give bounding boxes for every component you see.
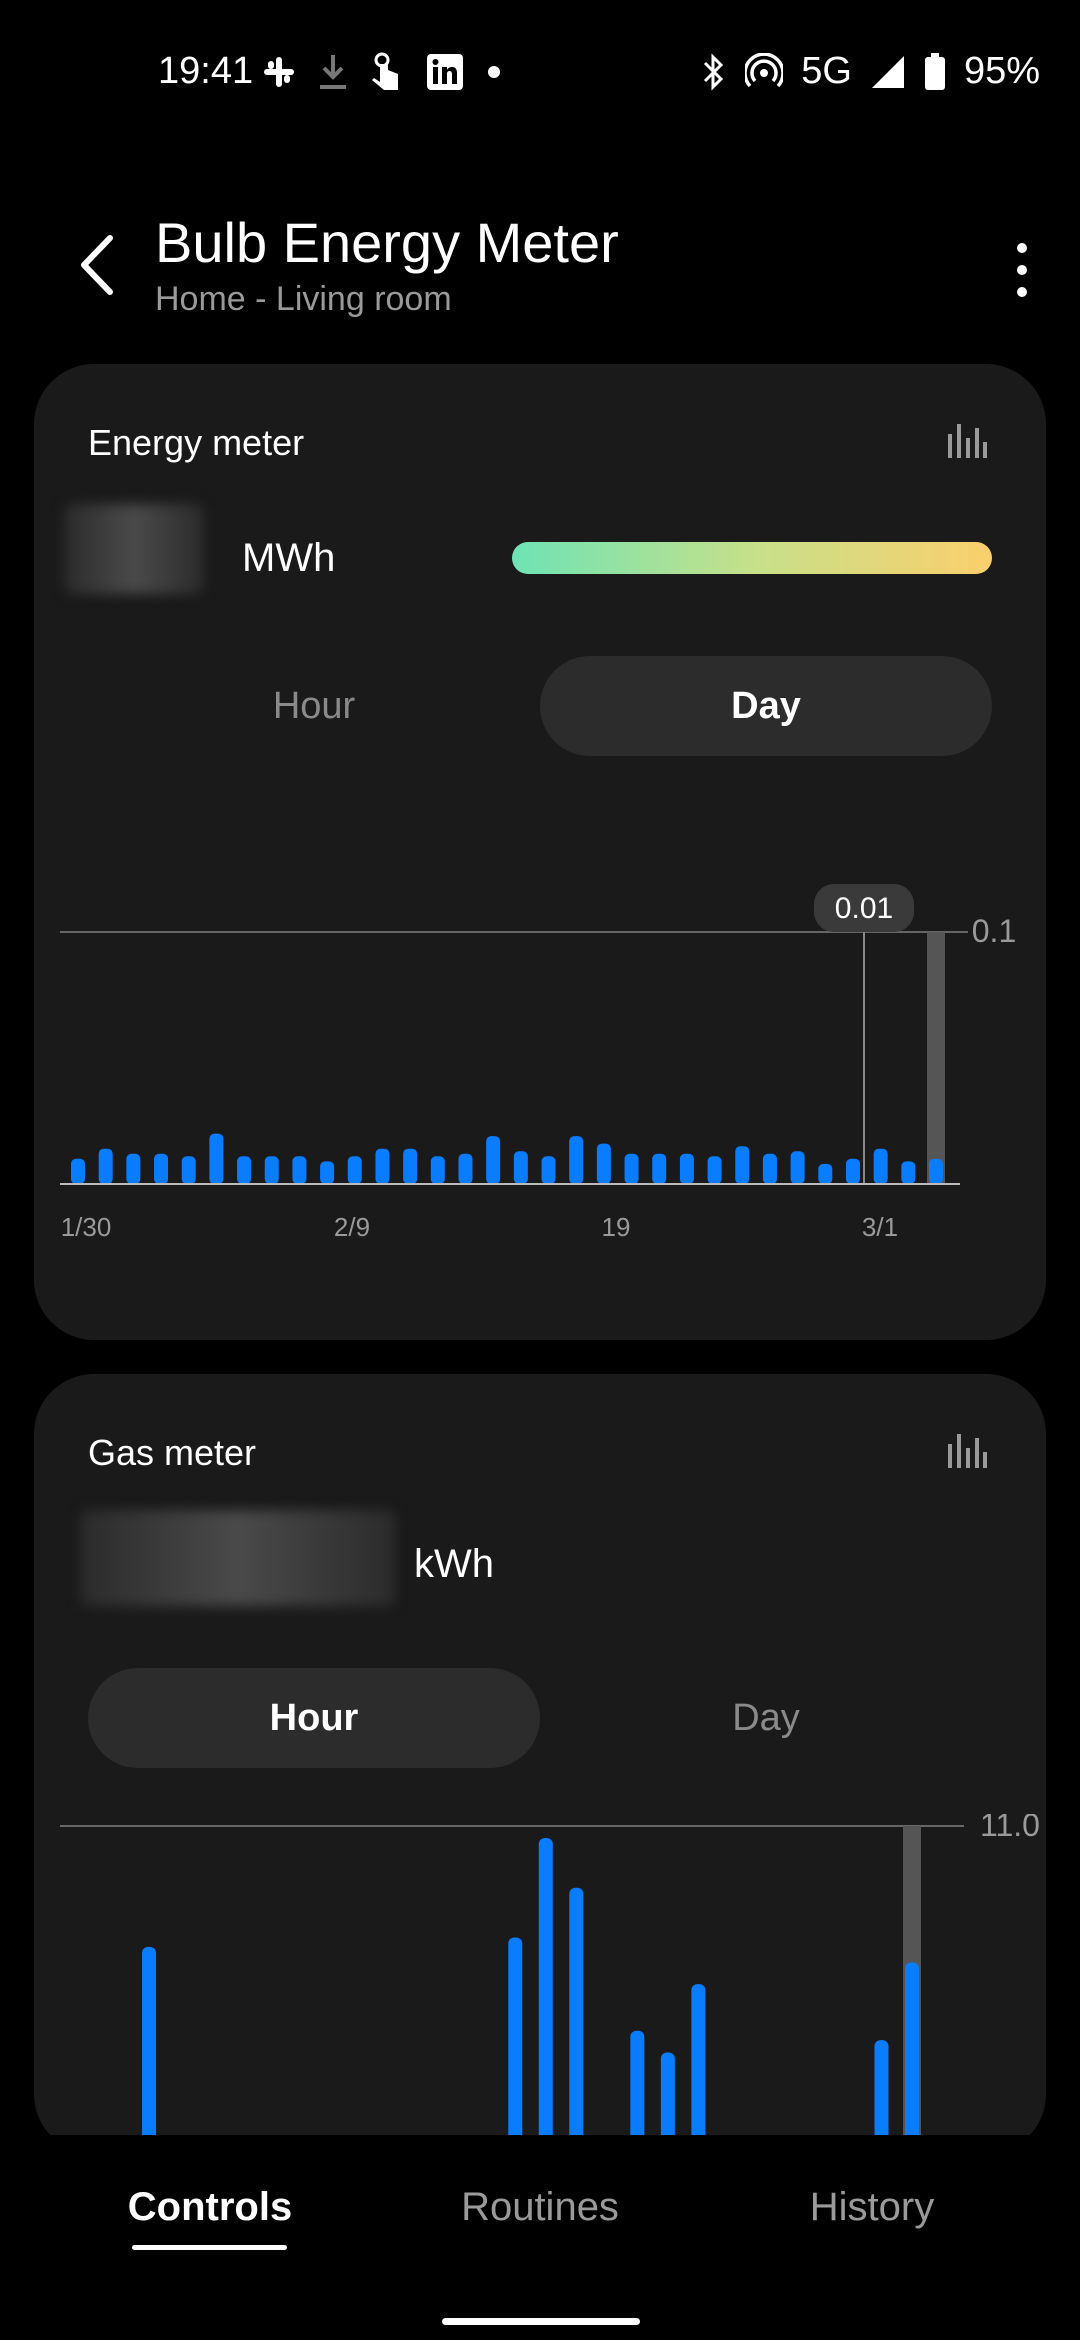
energy-x-tick: 1/30 (61, 1212, 112, 1242)
energy-card-title: Energy meter (88, 422, 305, 463)
nav-routines[interactable]: Routines (390, 2185, 690, 2230)
energy-bar (430, 1156, 445, 1184)
energy-x-tick: 19 (602, 1212, 631, 1242)
nav-controls[interactable]: Controls (60, 2185, 360, 2230)
hotspot-icon (745, 52, 784, 87)
energy-unit: MWh (242, 536, 336, 580)
energy-bar (320, 1161, 335, 1184)
gas-tab-hour[interactable]: Hour (88, 1668, 540, 1768)
energy-bar (71, 1158, 85, 1184)
gas-card-title: Gas meter (88, 1432, 257, 1473)
energy-chart: 0.1 0.01 1/30 2/9 19 3/1 (60, 884, 1016, 1242)
energy-tooltip-value: 0.01 (835, 892, 893, 925)
energy-bar (624, 1153, 639, 1184)
energy-bar (541, 1156, 556, 1184)
energy-period-toggle: Hour Day (88, 656, 992, 756)
energy-bar (209, 1133, 224, 1184)
system-icons: 5G 95% (701, 50, 1040, 93)
page-title: Bulb Energy Meter (155, 211, 619, 274)
energy-bar (569, 1136, 584, 1184)
energy-x-tick: 2/9 (334, 1212, 370, 1242)
gas-period-toggle: Hour Day (88, 1668, 992, 1768)
gas-tab-day[interactable]: Day (540, 1668, 992, 1768)
gas-bar (508, 1937, 523, 2154)
home-indicator[interactable] (442, 2318, 640, 2325)
energy-bar (707, 1156, 722, 1184)
energy-bar (790, 1151, 805, 1184)
energy-bar (458, 1153, 473, 1184)
energy-bar (126, 1153, 141, 1184)
energy-bar (901, 1161, 916, 1184)
network-type: 5G (801, 50, 852, 92)
more-options-icon[interactable] (1004, 240, 1040, 300)
battery-icon (924, 52, 945, 90)
energy-tab-hour[interactable]: Hour (88, 656, 540, 756)
energy-bar (181, 1156, 196, 1184)
energy-tab-day[interactable]: Day (540, 656, 992, 756)
gas-bar (538, 1838, 553, 2154)
notification-icons (262, 52, 502, 92)
energy-bar (292, 1156, 307, 1184)
energy-x-tick: 3/1 (862, 1212, 898, 1242)
gas-ymax-label: 11.0 (980, 1814, 1040, 1843)
energy-bar (264, 1156, 279, 1184)
energy-gauge (512, 542, 992, 574)
touch-icon (372, 52, 398, 90)
status-bar: 19:41 5G 95% (0, 0, 1080, 150)
gas-bar (142, 1946, 157, 2154)
gas-value-redacted (80, 1510, 396, 1606)
bar-chart-icon[interactable] (946, 418, 988, 460)
energy-value-redacted (64, 504, 204, 594)
energy-bar (375, 1148, 390, 1184)
energy-bar (486, 1136, 501, 1184)
energy-bar (403, 1148, 418, 1184)
energy-bar (679, 1153, 694, 1184)
energy-bar (818, 1163, 833, 1184)
energy-bar (98, 1148, 113, 1184)
bottom-nav: Controls Routines History (0, 2135, 1080, 2340)
slack-icon (264, 57, 294, 87)
battery-percent: 95% (963, 50, 1040, 92)
energy-bar (596, 1143, 611, 1184)
status-time: 19:41 (158, 50, 254, 92)
signal-icon (871, 55, 904, 88)
gas-bar (905, 1962, 919, 2154)
energy-bar (845, 1158, 860, 1184)
gas-meter-card: Gas meter kWh Hour Day 11.0 (34, 1374, 1046, 2154)
app-header: Bulb Energy Meter Home - Living room (0, 200, 1080, 340)
energy-bar (513, 1151, 528, 1184)
bluetooth-icon (704, 52, 724, 91)
nav-active-indicator (132, 2245, 287, 2250)
gas-chart: 11.0 (60, 1814, 1040, 2154)
energy-meter-card: Energy meter MWh Hour Day 0.1 0.01 1/30 2/9… (34, 364, 1046, 1340)
bar-chart-icon[interactable] (946, 1428, 988, 1470)
nav-history[interactable]: History (722, 2185, 1022, 2230)
dot-icon (488, 66, 500, 78)
page-subtitle: Home - Living room (155, 280, 452, 318)
gas-bar (569, 1887, 584, 2154)
energy-bar (873, 1148, 888, 1184)
energy-ymax-label: 0.1 (972, 913, 1016, 949)
energy-selected-column (927, 932, 945, 1184)
energy-bar (929, 1158, 943, 1184)
energy-bar (154, 1153, 169, 1184)
gas-bar (691, 1984, 706, 2154)
energy-bar (237, 1156, 252, 1184)
download-icon (320, 55, 346, 89)
energy-bar (762, 1153, 777, 1184)
energy-bar (347, 1156, 362, 1184)
linkedin-icon (427, 54, 463, 90)
back-arrow-icon[interactable] (70, 230, 130, 300)
energy-bar (735, 1146, 750, 1184)
gas-unit: kWh (414, 1542, 494, 1586)
energy-bar (652, 1153, 667, 1184)
